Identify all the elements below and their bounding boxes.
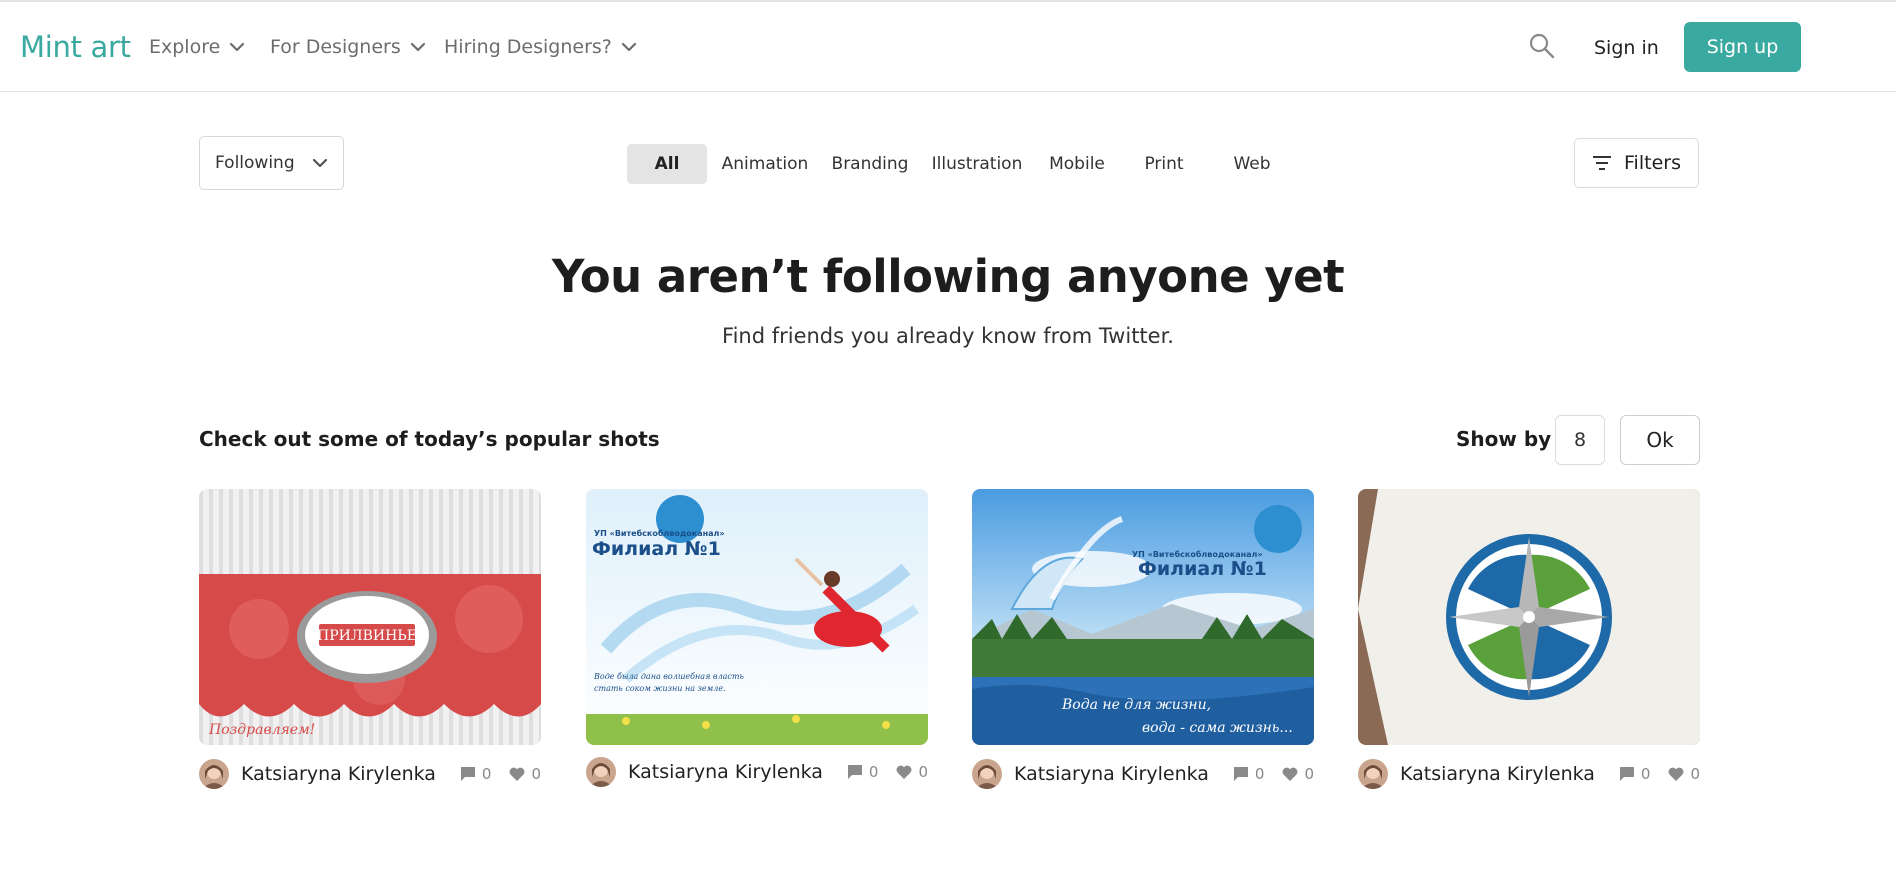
shot-card: УП «Витебскоблводоканал» Филиал №1 Воде … <box>586 489 928 787</box>
nav-for-designers[interactable]: For Designers <box>270 36 427 58</box>
like-count: 0 <box>918 763 928 781</box>
like-count: 0 <box>1304 765 1314 783</box>
svg-text:Воде была дана волшебная власт: Воде была дана волшебная власть <box>593 672 744 681</box>
water-dove-lake-image: УП «Витебскоблводоканал» Филиал №1 Вода … <box>972 489 1314 745</box>
heart-icon[interactable] <box>1282 766 1298 782</box>
shot-stats: 0 0 <box>847 763 928 781</box>
shot-thumbnail[interactable] <box>1358 489 1700 745</box>
like-count: 0 <box>531 765 541 783</box>
avatar[interactable] <box>1358 759 1388 789</box>
popular-shots-title: Check out some of today’s popular shots <box>199 427 660 451</box>
comment-icon <box>847 765 862 779</box>
site-header: Mint art Explore For Designers Hiring De… <box>0 2 1896 92</box>
avatar[interactable] <box>586 757 616 787</box>
nav-hiring-designers-label: Hiring Designers? <box>444 36 612 58</box>
tab-illustration[interactable]: Illustration <box>927 144 1027 184</box>
svg-text:стать соком жизни на земле.: стать соком жизни на земле. <box>594 684 726 693</box>
empty-state-subtitle: Find friends you already know from Twitt… <box>722 324 1174 348</box>
shot-meta: Katsiaryna Kirylenka 0 0 <box>586 757 928 787</box>
nav-for-designers-label: For Designers <box>270 36 401 58</box>
shot-card: УП «Витебскоблводоканал» Филиал №1 Вода … <box>972 489 1314 789</box>
search-icon[interactable] <box>1528 32 1556 60</box>
shot-card: Katsiaryna Kirylenka 0 0 <box>1358 489 1700 789</box>
show-by-input[interactable] <box>1555 415 1605 465</box>
moon-icon[interactable] <box>1842 33 1866 61</box>
shot-stats: 0 0 <box>460 765 541 783</box>
svg-text:УП «Витебскоблводоканал»: УП «Витебскоблводоканал» <box>594 528 725 538</box>
comment-count: 0 <box>1254 765 1265 783</box>
comment-count: 0 <box>481 765 492 783</box>
svg-text:Филиал №1: Филиал №1 <box>1138 558 1267 580</box>
filters-label: Filters <box>1624 152 1681 174</box>
compass-logo-image <box>1358 489 1700 745</box>
like-count: 0 <box>1690 765 1700 783</box>
shot-thumbnail[interactable]: УП «Витебскоблводоканал» Филиал №1 Вода … <box>972 489 1314 745</box>
shot-card: ПРИЛВИНЬЕ Поздравляем! Katsiaryna Kiryle… <box>199 489 541 789</box>
tab-mobile[interactable]: Mobile <box>1040 144 1114 184</box>
show-by-label: Show by <box>1456 427 1552 451</box>
ok-button[interactable]: Ok <box>1620 415 1700 465</box>
svg-text:ПРИЛВИНЬЕ: ПРИЛВИНЬЕ <box>317 628 417 644</box>
chevron-down-icon <box>621 42 636 52</box>
water-dancer-image: УП «Витебскоблводоканал» Филиал №1 Воде … <box>586 489 928 745</box>
chevron-down-icon <box>230 42 245 52</box>
author-name[interactable]: Katsiaryna Kirylenka <box>1014 763 1209 785</box>
svg-text:Поздравляем!: Поздравляем! <box>208 722 315 738</box>
heart-icon[interactable] <box>896 764 912 780</box>
comment-count: 0 <box>868 763 879 781</box>
author-name[interactable]: Katsiaryna Kirylenka <box>1400 763 1595 785</box>
shot-thumbnail[interactable]: ПРИЛВИНЬЕ Поздравляем! <box>199 489 541 745</box>
sign-up-button[interactable]: Sign up <box>1684 22 1801 72</box>
shot-thumbnail[interactable]: УП «Витебскоблводоканал» Филиал №1 Воде … <box>586 489 928 745</box>
logo[interactable]: Mint art <box>20 30 131 64</box>
shot-meta: Katsiaryna Kirylenka 0 0 <box>1358 759 1700 789</box>
avatar[interactable] <box>972 759 1002 789</box>
tab-branding[interactable]: Branding <box>826 144 914 184</box>
comment-icon <box>1619 767 1634 781</box>
sign-in-link[interactable]: Sign in <box>1594 37 1659 59</box>
tab-print[interactable]: Print <box>1136 144 1192 184</box>
avatar[interactable] <box>199 759 229 789</box>
tab-web[interactable]: Web <box>1224 144 1280 184</box>
nav-explore-label: Explore <box>149 36 221 58</box>
shot-stats: 0 0 <box>1619 765 1700 783</box>
author-name[interactable]: Katsiaryna Kirylenka <box>628 761 823 783</box>
heart-icon[interactable] <box>1668 766 1684 782</box>
svg-text:Вода не для жизни,: Вода не для жизни, <box>1061 697 1211 713</box>
filter-icon <box>1593 156 1612 170</box>
shot-meta: Katsiaryna Kirylenka 0 0 <box>972 759 1314 789</box>
chevron-down-icon <box>410 42 425 52</box>
shot-meta: Katsiaryna Kirylenka 0 0 <box>199 759 541 789</box>
comment-icon <box>460 767 475 781</box>
nav-hiring-designers[interactable]: Hiring Designers? <box>444 36 638 58</box>
heart-icon[interactable] <box>509 766 525 782</box>
shot-stats: 0 0 <box>1233 765 1314 783</box>
svg-text:Филиал №1: Филиал №1 <box>592 538 721 560</box>
filters-button[interactable]: Filters <box>1574 138 1699 188</box>
author-name[interactable]: Katsiaryna Kirylenka <box>241 763 436 785</box>
empty-state-title: You aren’t following anyone yet <box>551 250 1345 303</box>
comment-count: 0 <box>1640 765 1651 783</box>
nav-explore[interactable]: Explore <box>149 36 246 58</box>
tab-animation[interactable]: Animation <box>718 144 812 184</box>
svg-text:вода - сама жизнь...: вода - сама жизнь... <box>1142 720 1293 736</box>
tab-all[interactable]: All <box>627 144 707 184</box>
red-floral-card-image: ПРИЛВИНЬЕ Поздравляем! <box>199 489 541 745</box>
comment-icon <box>1233 767 1248 781</box>
